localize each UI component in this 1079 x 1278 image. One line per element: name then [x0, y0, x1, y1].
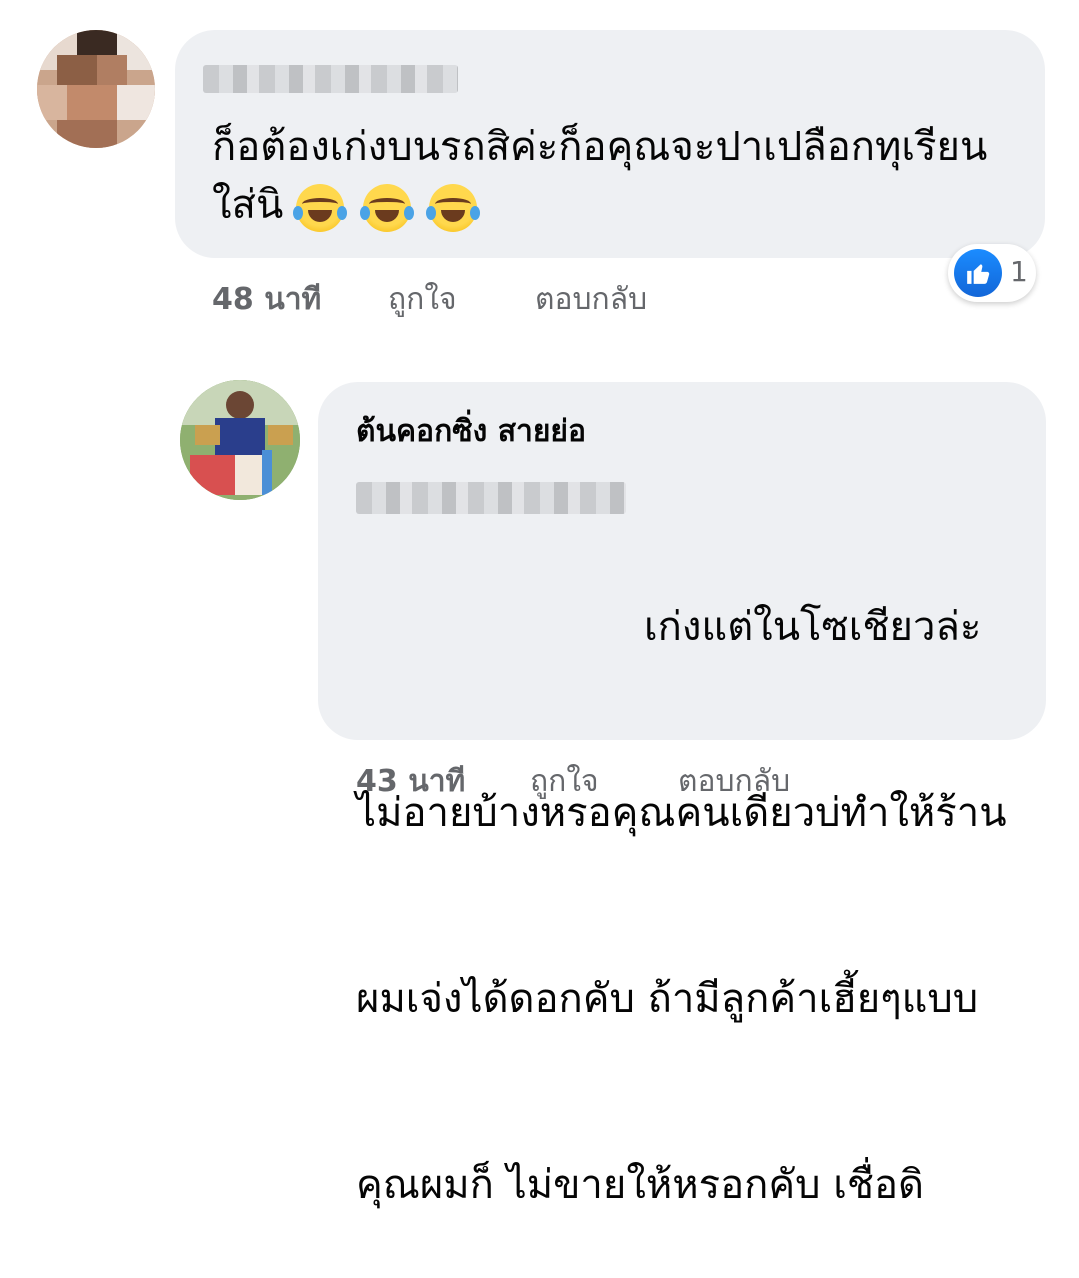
thumbs-up-icon: [954, 249, 1002, 297]
rofl-emoji-icon: [359, 184, 414, 232]
pixelated-avatar-image: [37, 30, 155, 148]
comment-text-line: เก่งแต่ในโซเชียวล่ะ: [644, 604, 982, 650]
reaction-count: 1: [1010, 255, 1028, 288]
comment-text-fragment: ใส่นิ: [212, 182, 284, 228]
rofl-emoji-icon: [426, 184, 481, 232]
comment-text: เก่งแต่ในโซเชียวล่ะ ไม่อายบ้างหรอคุณคนเด…: [356, 472, 1007, 1278]
comment-timestamp[interactable]: 43 นาที: [356, 758, 465, 805]
avatar-photo: [180, 380, 300, 500]
comment-text-line: ผมเจ่งได้ดอกคับ ถ้ามีลูกค้าเฮี้ยๆแบบ: [356, 976, 979, 1022]
reply-button[interactable]: ตอบกลับ: [678, 758, 790, 805]
comment-text-line: ใส่นิ: [212, 176, 987, 234]
blurred-author-name: [203, 65, 458, 93]
comment-text-line: คุณผมก็ ไม่ขายให้หรอกคับ เชื่อดิ: [356, 1162, 925, 1208]
comment-author-name[interactable]: ต้นคอกซิ่ง สายย่อ: [356, 408, 586, 455]
like-button[interactable]: ถูกใจ: [388, 276, 457, 323]
comment-text-line: ก็อต้องเก่งบนรถสิค่ะก็อคุณจะปาเปลือกทุเร…: [212, 124, 988, 170]
reply-button[interactable]: ตอบกลับ: [535, 276, 647, 323]
rofl-emoji-icon: [293, 184, 348, 232]
comment-text: ก็อต้องเก่งบนรถสิค่ะก็อคุณจะปาเปลือกทุเร…: [212, 118, 987, 234]
commenter-avatar[interactable]: [37, 30, 155, 148]
like-button[interactable]: ถูกใจ: [530, 758, 599, 805]
reaction-summary[interactable]: 1: [948, 244, 1036, 302]
comment-timestamp[interactable]: 48 นาที: [212, 276, 321, 323]
commenter-avatar[interactable]: [180, 380, 300, 500]
